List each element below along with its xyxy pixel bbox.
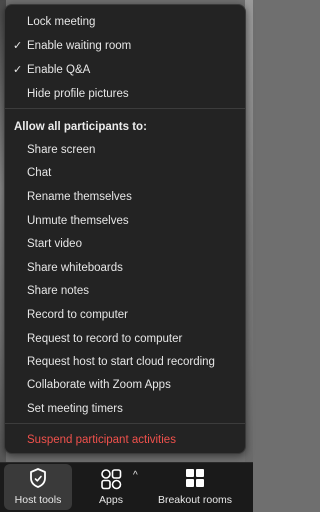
menu-item-share-whiteboards[interactable]: Share whiteboards [27,258,123,278]
menu-item-chat[interactable]: Chat [27,163,51,183]
host-tools-button[interactable]: Host tools [4,464,72,510]
menu-item-label: Request host to start cloud recording [27,356,215,368]
checkmark-icon: ✓ [13,40,23,52]
menu-item-label: Unmute themselves [27,215,129,227]
apps-icon [100,468,122,495]
menu-item-label: Hide profile pictures [27,88,129,100]
menu-item-label: Share notes [27,285,90,297]
grid-icon [185,468,205,493]
menu-item-suspend-participant-activities[interactable]: Suspend participant activities [27,430,176,450]
breakout-rooms-button[interactable]: Breakout rooms [150,464,240,510]
menu-item-label: Collaborate with Zoom Apps [27,379,171,391]
menu-divider [5,108,245,109]
menu-item-label: Rename themselves [27,191,132,203]
background-video-right [245,0,253,470]
menu-item-label: Set meeting timers [27,403,123,415]
menu-item-enable-qa[interactable]: ✓ Enable Q&A [13,60,91,80]
menu-item-share-notes[interactable]: Share notes [27,281,89,301]
menu-item-collaborate-zoom-apps[interactable]: Collaborate with Zoom Apps [27,375,171,395]
menu-item-rename-themselves[interactable]: Rename themselves [27,187,132,207]
apps-label: Apps [99,494,123,506]
chevron-up-icon[interactable]: ^ [133,470,138,481]
allow-participants-header: Allow all participants to: [14,121,147,133]
menu-item-request-to-record[interactable]: Request to record to computer [27,329,182,349]
menu-item-unmute-themselves[interactable]: Unmute themselves [27,211,129,231]
menu-item-lock-meeting[interactable]: Lock meeting [27,12,95,32]
menu-item-label: Enable waiting room [27,40,132,52]
menu-item-enable-waiting-room[interactable]: ✓ Enable waiting room [13,36,132,56]
menu-divider [5,423,245,424]
menu-item-label: Share whiteboards [27,262,123,274]
menu-item-hide-profile-pictures[interactable]: Hide profile pictures [27,84,129,104]
menu-item-label: Request to record to computer [27,333,183,345]
menu-item-label: Suspend participant activities [27,434,176,446]
host-tools-label: Host tools [14,494,62,506]
menu-item-label: Chat [27,167,52,179]
checkmark-icon: ✓ [13,64,23,76]
shield-icon [29,468,47,493]
menu-item-share-screen[interactable]: Share screen [27,140,95,160]
menu-item-set-meeting-timers[interactable]: Set meeting timers [27,399,123,419]
host-tools-menu: Lock meeting ✓ Enable waiting room ✓ Ena… [4,4,246,454]
menu-item-request-cloud-recording[interactable]: Request host to start cloud recording [27,352,215,372]
menu-item-label: Enable Q&A [27,64,91,76]
menu-item-label: Start video [27,238,82,250]
apps-button[interactable]: Apps [86,464,136,510]
menu-item-record-to-computer[interactable]: Record to computer [27,305,128,325]
menu-item-label: Record to computer [27,309,128,321]
menu-item-label: Share screen [27,144,96,156]
menu-item-start-video[interactable]: Start video [27,234,82,254]
menu-item-label: Lock meeting [27,16,96,28]
breakout-rooms-label: Breakout rooms [157,494,233,506]
